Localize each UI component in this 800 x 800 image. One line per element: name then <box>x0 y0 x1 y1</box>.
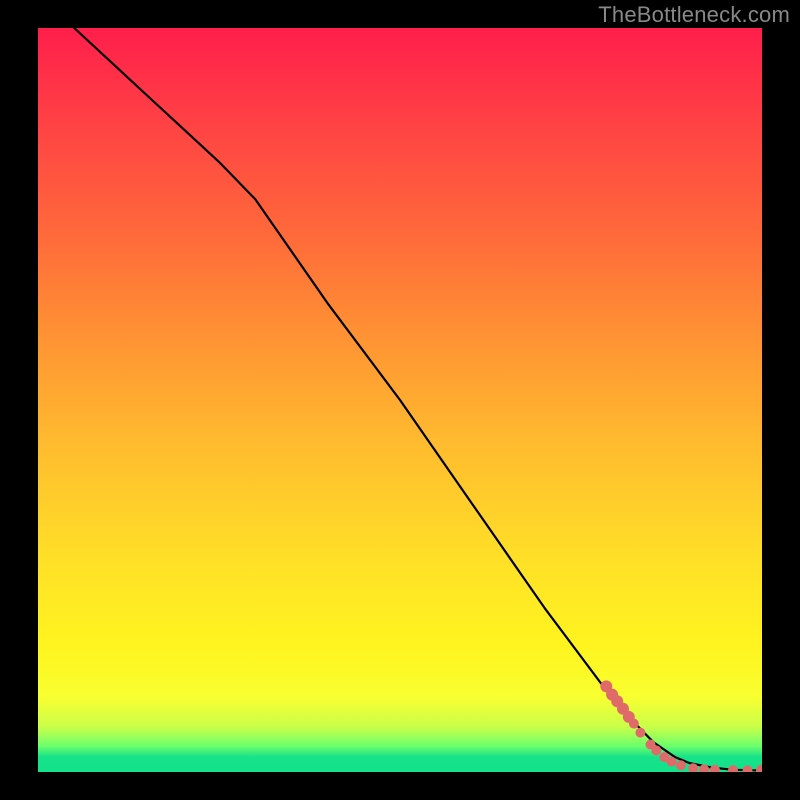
plot-area <box>38 28 762 772</box>
marker-14 <box>710 765 720 772</box>
curve-path <box>74 28 762 771</box>
marker-5 <box>629 719 639 729</box>
chart-frame: TheBottleneck.com <box>0 0 800 800</box>
markers-group <box>600 680 762 772</box>
marker-8 <box>651 745 661 755</box>
marker-11 <box>676 760 686 770</box>
marker-17 <box>756 765 762 773</box>
marker-10 <box>667 757 677 767</box>
curve-group <box>74 28 762 771</box>
marker-15 <box>728 765 738 772</box>
chart-svg <box>38 28 762 772</box>
watermark-label: TheBottleneck.com <box>598 2 790 28</box>
marker-6 <box>635 728 645 738</box>
marker-16 <box>743 765 753 772</box>
